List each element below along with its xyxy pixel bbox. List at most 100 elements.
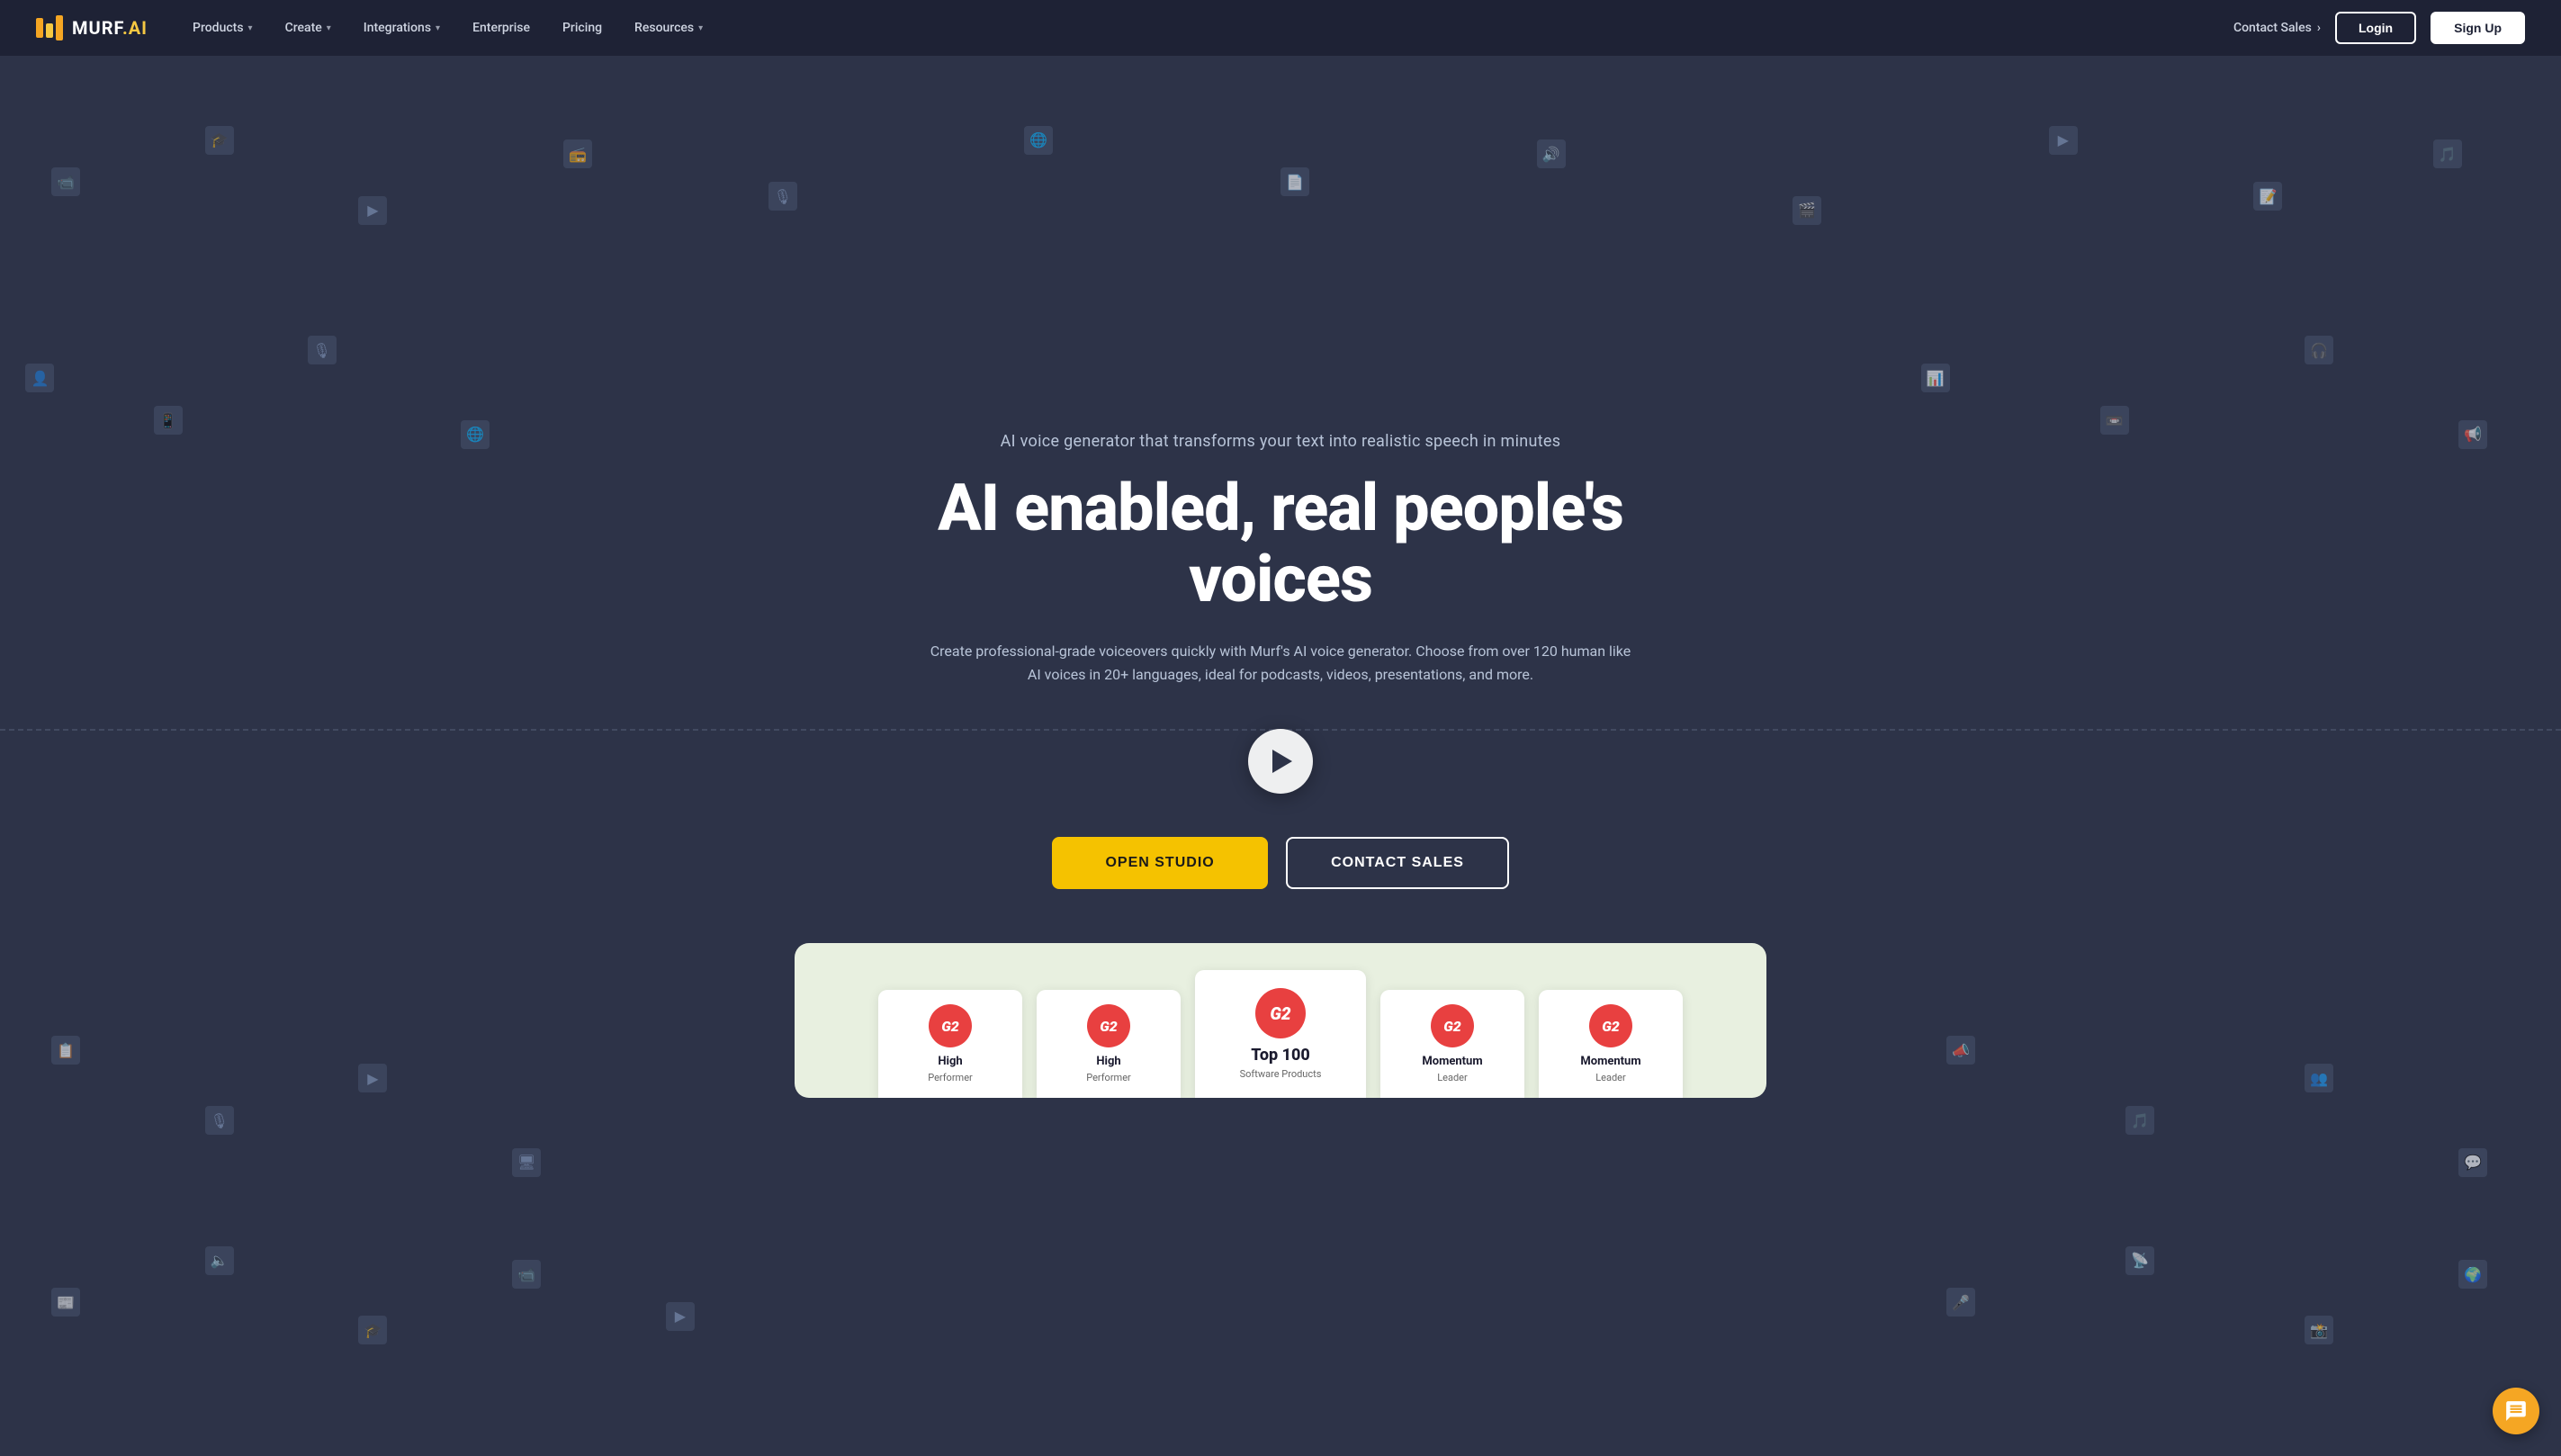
play-icon [1272,750,1292,773]
logo-suffix: .AI [122,17,148,39]
bg-icon: 📰 [51,1288,80,1317]
nav-label-products: Products [193,21,244,35]
bg-icon: 📻 [563,139,592,168]
bg-icon: 📱 [154,406,183,435]
bg-icon: 🎧 [2305,336,2333,364]
hero-section: 📹 🎓 ▶ 📻 🎙 🌐 📄 🔊 🎬 ▶ 📝 🎵 👤 📱 🎙 🌐 📊 📼 🎧 📢 … [0,56,2561,1456]
award-card-2: G2 High Performer [1037,990,1181,1098]
bg-icon: 🎙 [768,182,797,211]
bg-icon: 🔈 [205,1246,234,1275]
signup-button[interactable]: Sign Up [2431,12,2525,44]
award-title-3: Top 100 [1211,1046,1350,1065]
bg-icon: 🌐 [1024,126,1053,155]
nav-item-enterprise[interactable]: Enterprise [460,13,543,42]
award-card-3-featured: G2 Top 100 Software Products [1195,970,1366,1098]
navbar-left: MURF.AI Products ▾ Create ▾ Integrations… [36,13,715,42]
bg-icon: 🎵 [2433,139,2462,168]
nav-label-resources: Resources [634,21,694,35]
award-title-5: Momentum [1551,1055,1670,1068]
awards-container: G2 High Performer G2 High Performer G2 T… [795,943,1766,1098]
chevron-down-icon: ▾ [248,23,253,33]
arrow-right-icon: › [2317,21,2321,35]
award-sub-2: Performer [1049,1072,1168,1083]
bg-icon: 📊 [1921,364,1950,392]
nav-label-pricing: Pricing [562,21,602,35]
nav-item-pricing[interactable]: Pricing [550,13,615,42]
award-sub-5: Leader [1551,1072,1670,1083]
awards-section: G2 High Performer G2 High Performer G2 T… [795,943,1766,1098]
bg-icon: 📹 [512,1260,541,1289]
nav-items: Products ▾ Create ▾ Integrations ▾ Enter… [180,13,715,42]
logo-bar-3 [56,15,63,40]
cta-buttons: OPEN STUDIO CONTACT SALES [876,837,1685,889]
bg-icon: 📢 [2458,420,2487,449]
nav-label-create: Create [285,21,322,35]
bg-icon: 🎙 [308,336,337,364]
logo-bar-1 [36,18,43,38]
contact-sales-button[interactable]: CONTACT SALES [1286,837,1509,889]
chevron-down-icon: ▾ [327,23,331,33]
nav-item-create[interactable]: Create ▾ [273,13,344,42]
logo-bar-2 [46,23,53,38]
logo[interactable]: MURF.AI [36,15,148,40]
bg-icon: 📄 [1280,167,1309,196]
bg-icon: 📝 [2253,182,2282,211]
chat-bubble-button[interactable] [2493,1388,2539,1434]
award-card-5: G2 Momentum Leader [1539,990,1683,1098]
contact-sales-nav[interactable]: Contact Sales › [2233,21,2321,35]
award-title-1: High [891,1055,1010,1068]
award-title-4: Momentum [1393,1055,1512,1068]
contact-sales-label: Contact Sales [2233,21,2312,35]
logo-icon [36,15,63,40]
award-title-2: High [1049,1055,1168,1068]
hero-description: Create professional-grade voiceovers qui… [930,640,1631,686]
bg-icon: 📣 [1946,1036,1975,1065]
bg-icon: 📋 [51,1036,80,1065]
nav-label-enterprise: Enterprise [472,21,530,35]
bg-icon: 🎙 [205,1106,234,1135]
award-card-4: G2 Momentum Leader [1380,990,1524,1098]
nav-item-products[interactable]: Products ▾ [180,13,265,42]
navbar-right: Contact Sales › Login Sign Up [2233,12,2525,44]
hero-content: AI voice generator that transforms your … [876,432,1685,890]
award-sub-1: Performer [891,1072,1010,1083]
g2-badge-1: G2 [929,1004,972,1047]
bg-icon: 💬 [2458,1148,2487,1177]
bg-icon: 👥 [2305,1064,2333,1092]
bg-icon: ▶ [358,196,387,225]
nav-label-integrations: Integrations [364,21,431,35]
hero-title: AI enabled, real people's voices [876,472,1685,615]
nav-item-resources[interactable]: Resources ▾ [622,13,715,42]
logo-text: MURF.AI [72,17,148,39]
award-sub-4: Leader [1393,1072,1512,1083]
nav-item-integrations[interactable]: Integrations ▾ [351,13,453,42]
bg-icon: 🔊 [1537,139,1566,168]
bg-icon: 👤 [25,364,54,392]
chevron-down-icon: ▾ [436,23,440,33]
bg-icon: ▶ [2049,126,2078,155]
bg-icon: 🎓 [358,1316,387,1344]
chevron-down-icon: ▾ [698,23,703,33]
bg-icon: 🎤 [1946,1288,1975,1317]
play-button[interactable] [1248,729,1313,794]
bg-icon: ▶ [666,1302,695,1331]
bg-icon: 🎓 [205,126,234,155]
g2-badge-3: G2 [1255,988,1306,1038]
bg-icon: 📹 [51,167,80,196]
award-sub-3: Software Products [1211,1068,1350,1080]
bg-icon: 🌐 [461,420,490,449]
bg-icon: 🎵 [2125,1106,2154,1135]
g2-badge-5: G2 [1589,1004,1632,1047]
open-studio-button[interactable]: OPEN STUDIO [1052,837,1268,889]
g2-badge-2: G2 [1087,1004,1130,1047]
bg-icon: ▶ [358,1064,387,1092]
bg-icon: 🖥 [512,1148,541,1177]
navbar: MURF.AI Products ▾ Create ▾ Integrations… [0,0,2561,56]
bg-icon: 📼 [2100,406,2129,435]
g2-badge-4: G2 [1431,1004,1474,1047]
bg-icon: 🌍 [2458,1260,2487,1289]
bg-icon: 🎬 [1793,196,1821,225]
login-button[interactable]: Login [2335,12,2416,44]
play-button-wrapper [876,729,1685,794]
chat-icon [2504,1399,2528,1423]
